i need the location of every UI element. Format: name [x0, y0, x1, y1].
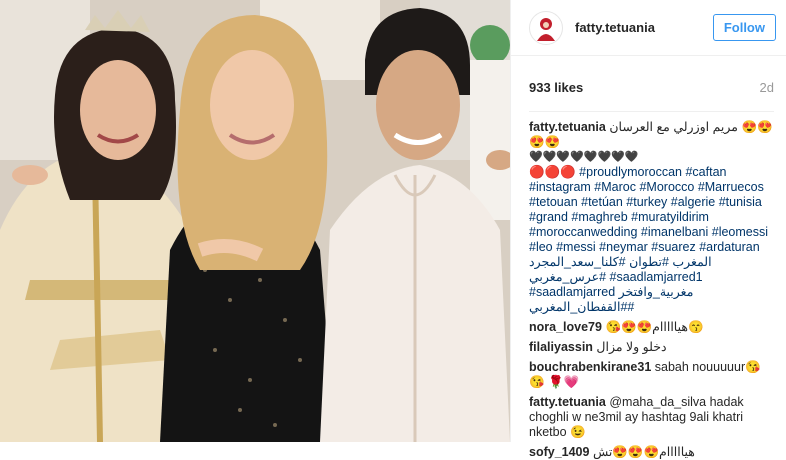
comment-item: filaliyassin دخلو ولا مزال	[529, 340, 774, 355]
follow-button[interactable]: Follow	[712, 14, 776, 41]
post-age: 2d	[759, 80, 774, 95]
comment-username[interactable]: filaliyassin	[529, 340, 593, 354]
comment-item: fatty.tetuania @maha_da_silva hadak chog…	[529, 395, 774, 440]
comment-item: sofy_1409 هيااااام😍😍😍تش	[529, 445, 774, 460]
post-photo[interactable]	[0, 0, 510, 442]
comments-list: fatty.tetuania مريم اوزرلي مع العرسان 😍😍…	[511, 120, 786, 460]
wedding-photo-illustration	[0, 0, 510, 442]
comment-username[interactable]: nora_love79	[529, 320, 602, 334]
instagram-post: fatty.tetuania Follow 933 likes 2d fatty…	[0, 0, 786, 459]
comment-text: 😘😍😍هيااااام😙	[605, 320, 704, 334]
post-stats: 933 likes 2d	[511, 56, 786, 95]
post-sidebar: fatty.tetuania Follow 933 likes 2d fatty…	[510, 0, 786, 459]
comment-username[interactable]: fatty.tetuania	[529, 395, 606, 409]
caption-username[interactable]: fatty.tetuania	[529, 120, 606, 134]
comment-item: bouchrabenkirane31 sabah nouuuuur😘😘 🌹💗	[529, 360, 774, 390]
stats-divider	[529, 111, 774, 112]
caption-hashtags[interactable]: 🔴🔴🔴 #proudlymoroccan #caftan #instagram …	[529, 165, 774, 315]
comment-text: دخلو ولا مزال	[596, 340, 667, 354]
avatar-icon	[531, 12, 561, 43]
caption-hearts: 🖤🖤🖤🖤🖤🖤🖤🖤	[529, 151, 639, 163]
comment-username[interactable]: sofy_1409	[529, 445, 589, 459]
caption: fatty.tetuania مريم اوزرلي مع العرسان 😍😍…	[529, 120, 774, 315]
comment-text: هيااااام😍😍😍تش	[592, 445, 695, 459]
post-username[interactable]: fatty.tetuania	[575, 20, 713, 35]
comment-username[interactable]: bouchrabenkirane31	[529, 360, 651, 374]
likes-count[interactable]: 933 likes	[529, 80, 583, 95]
avatar[interactable]	[529, 10, 563, 45]
comment-item: nora_love79 😘😍😍هيااااام😙	[529, 320, 774, 335]
post-header: fatty.tetuania Follow	[511, 0, 786, 56]
